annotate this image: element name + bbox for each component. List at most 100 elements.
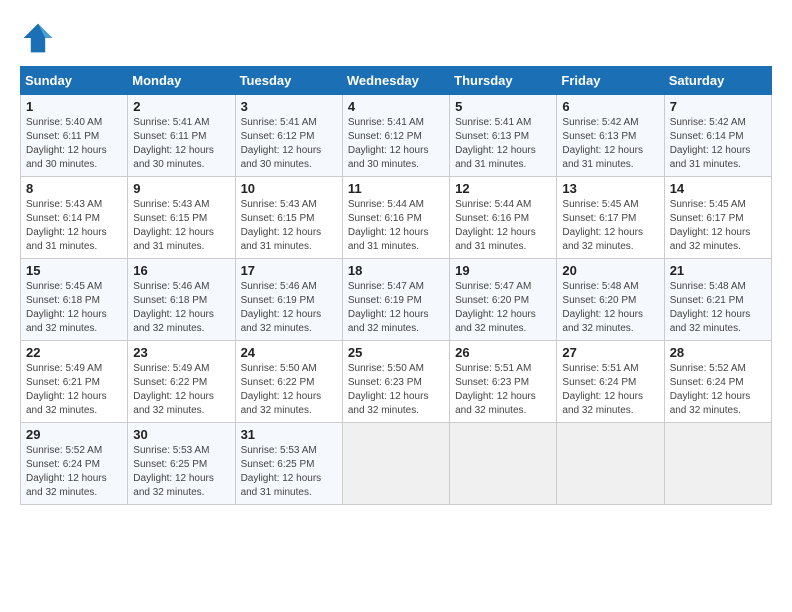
calendar-cell: 19Sunrise: 5:47 AM Sunset: 6:20 PM Dayli… bbox=[450, 259, 557, 341]
calendar-cell bbox=[450, 423, 557, 505]
calendar-cell: 2 Sunrise: 5:41 AM Sunset: 6:11 PM Daylig… bbox=[128, 95, 235, 177]
day-number: 16 bbox=[133, 263, 229, 278]
day-number: 30 bbox=[133, 427, 229, 442]
weekday-header-saturday: Saturday bbox=[664, 67, 771, 95]
calendar-week-4: 22Sunrise: 5:49 AM Sunset: 6:21 PM Dayli… bbox=[21, 341, 772, 423]
calendar-cell: 27Sunrise: 5:51 AM Sunset: 6:24 PM Dayli… bbox=[557, 341, 664, 423]
day-info: Sunrise: 5:43 AM Sunset: 6:15 PM Dayligh… bbox=[241, 198, 337, 254]
header bbox=[20, 20, 772, 56]
calendar-week-2: 8Sunrise: 5:43 AM Sunset: 6:14 PM Daylig… bbox=[21, 177, 772, 259]
day-number: 14 bbox=[670, 181, 766, 196]
calendar-cell: 7Sunrise: 5:42 AM Sunset: 6:14 PM Daylig… bbox=[664, 95, 771, 177]
calendar-cell: 13Sunrise: 5:45 AM Sunset: 6:17 PM Dayli… bbox=[557, 177, 664, 259]
day-info: Sunrise: 5:51 AM Sunset: 6:23 PM Dayligh… bbox=[455, 362, 551, 418]
logo-icon bbox=[20, 20, 56, 56]
calendar-cell: 10 Sunrise: 5:43 AM Sunset: 6:15 PM Dayli… bbox=[235, 177, 342, 259]
calendar-week-3: 15 Sunrise: 5:45 AM Sunset: 6:18 PM Dayli… bbox=[21, 259, 772, 341]
day-number: 8 bbox=[26, 181, 122, 196]
day-number: 23 bbox=[133, 345, 229, 360]
day-number: 3 bbox=[241, 99, 337, 114]
day-info: Sunrise: 5:46 AM Sunset: 6:18 PM Dayligh… bbox=[133, 280, 229, 336]
calendar-week-5: 29 Sunrise: 5:52 AM Sunset: 6:24 PM Dayli… bbox=[21, 423, 772, 505]
day-info: Sunrise: 5:50 AM Sunset: 6:23 PM Dayligh… bbox=[348, 362, 444, 418]
calendar-cell: 1Sunrise: 5:40 AM Sunset: 6:11 PM Daylig… bbox=[21, 95, 128, 177]
day-info: Sunrise: 5:45 AM Sunset: 6:17 PM Dayligh… bbox=[670, 198, 766, 254]
day-info: Sunrise: 5:48 AM Sunset: 6:20 PM Dayligh… bbox=[562, 280, 658, 336]
day-number: 18 bbox=[348, 263, 444, 278]
day-number: 28 bbox=[670, 345, 766, 360]
day-info: Sunrise: 5:51 AM Sunset: 6:24 PM Dayligh… bbox=[562, 362, 658, 418]
day-number: 22 bbox=[26, 345, 122, 360]
calendar-cell: 30 Sunrise: 5:53 AM Sunset: 6:25 PM Dayli… bbox=[128, 423, 235, 505]
day-info: Sunrise: 5:53 AM Sunset: 6:25 PM Dayligh… bbox=[133, 444, 229, 500]
day-number: 24 bbox=[241, 345, 337, 360]
weekday-header-sunday: Sunday bbox=[21, 67, 128, 95]
weekday-header-thursday: Thursday bbox=[450, 67, 557, 95]
day-number: 1 bbox=[26, 99, 122, 114]
day-number: 21 bbox=[670, 263, 766, 278]
calendar-cell: 17 Sunrise: 5:46 AM Sunset: 6:19 PM Dayli… bbox=[235, 259, 342, 341]
weekday-header-row: SundayMondayTuesdayWednesdayThursdayFrid… bbox=[21, 67, 772, 95]
calendar-cell bbox=[342, 423, 449, 505]
weekday-header-wednesday: Wednesday bbox=[342, 67, 449, 95]
day-info: Sunrise: 5:47 AM Sunset: 6:19 PM Dayligh… bbox=[348, 280, 444, 336]
day-number: 15 bbox=[26, 263, 122, 278]
calendar-cell: 12 Sunrise: 5:44 AM Sunset: 6:16 PM Dayli… bbox=[450, 177, 557, 259]
day-info: Sunrise: 5:41 AM Sunset: 6:12 PM Dayligh… bbox=[241, 116, 337, 172]
calendar-cell: 21 Sunrise: 5:48 AM Sunset: 6:21 PM Dayli… bbox=[664, 259, 771, 341]
calendar-cell: 15 Sunrise: 5:45 AM Sunset: 6:18 PM Dayli… bbox=[21, 259, 128, 341]
calendar-cell bbox=[557, 423, 664, 505]
day-number: 25 bbox=[348, 345, 444, 360]
calendar-cell: 4Sunrise: 5:41 AM Sunset: 6:12 PM Daylig… bbox=[342, 95, 449, 177]
day-info: Sunrise: 5:41 AM Sunset: 6:11 PM Dayligh… bbox=[133, 116, 229, 172]
weekday-header-tuesday: Tuesday bbox=[235, 67, 342, 95]
calendar-cell: 3 Sunrise: 5:41 AM Sunset: 6:12 PM Daylig… bbox=[235, 95, 342, 177]
calendar-cell: 23 Sunrise: 5:49 AM Sunset: 6:22 PM Dayli… bbox=[128, 341, 235, 423]
day-info: Sunrise: 5:44 AM Sunset: 6:16 PM Dayligh… bbox=[455, 198, 551, 254]
calendar-cell: 8Sunrise: 5:43 AM Sunset: 6:14 PM Daylig… bbox=[21, 177, 128, 259]
day-info: Sunrise: 5:46 AM Sunset: 6:19 PM Dayligh… bbox=[241, 280, 337, 336]
calendar-cell: 18 Sunrise: 5:47 AM Sunset: 6:19 PM Dayli… bbox=[342, 259, 449, 341]
calendar-cell: 22Sunrise: 5:49 AM Sunset: 6:21 PM Dayli… bbox=[21, 341, 128, 423]
day-info: Sunrise: 5:53 AM Sunset: 6:25 PM Dayligh… bbox=[241, 444, 337, 500]
calendar-cell bbox=[664, 423, 771, 505]
day-number: 29 bbox=[26, 427, 122, 442]
calendar-cell: 5 Sunrise: 5:41 AM Sunset: 6:13 PM Daylig… bbox=[450, 95, 557, 177]
calendar-cell: 20Sunrise: 5:48 AM Sunset: 6:20 PM Dayli… bbox=[557, 259, 664, 341]
calendar-week-1: 1Sunrise: 5:40 AM Sunset: 6:11 PM Daylig… bbox=[21, 95, 772, 177]
day-info: Sunrise: 5:52 AM Sunset: 6:24 PM Dayligh… bbox=[26, 444, 122, 500]
day-info: Sunrise: 5:43 AM Sunset: 6:15 PM Dayligh… bbox=[133, 198, 229, 254]
weekday-header-friday: Friday bbox=[557, 67, 664, 95]
calendar-cell: 24 Sunrise: 5:50 AM Sunset: 6:22 PM Dayli… bbox=[235, 341, 342, 423]
day-number: 11 bbox=[348, 181, 444, 196]
calendar-table: SundayMondayTuesdayWednesdayThursdayFrid… bbox=[20, 66, 772, 505]
day-number: 5 bbox=[455, 99, 551, 114]
day-number: 6 bbox=[562, 99, 658, 114]
calendar-cell: 14 Sunrise: 5:45 AM Sunset: 6:17 PM Dayli… bbox=[664, 177, 771, 259]
day-info: Sunrise: 5:45 AM Sunset: 6:17 PM Dayligh… bbox=[562, 198, 658, 254]
day-number: 31 bbox=[241, 427, 337, 442]
calendar-cell: 29 Sunrise: 5:52 AM Sunset: 6:24 PM Dayli… bbox=[21, 423, 128, 505]
day-number: 12 bbox=[455, 181, 551, 196]
day-number: 4 bbox=[348, 99, 444, 114]
calendar-cell: 31 Sunrise: 5:53 AM Sunset: 6:25 PM Dayli… bbox=[235, 423, 342, 505]
calendar-cell: 26Sunrise: 5:51 AM Sunset: 6:23 PM Dayli… bbox=[450, 341, 557, 423]
day-number: 7 bbox=[670, 99, 766, 114]
day-number: 17 bbox=[241, 263, 337, 278]
calendar-cell: 16 Sunrise: 5:46 AM Sunset: 6:18 PM Dayli… bbox=[128, 259, 235, 341]
day-number: 2 bbox=[133, 99, 229, 114]
calendar-cell: 6Sunrise: 5:42 AM Sunset: 6:13 PM Daylig… bbox=[557, 95, 664, 177]
calendar-cell: 28 Sunrise: 5:52 AM Sunset: 6:24 PM Dayli… bbox=[664, 341, 771, 423]
logo bbox=[20, 20, 62, 56]
day-info: Sunrise: 5:52 AM Sunset: 6:24 PM Dayligh… bbox=[670, 362, 766, 418]
weekday-header-monday: Monday bbox=[128, 67, 235, 95]
calendar-cell: 9Sunrise: 5:43 AM Sunset: 6:15 PM Daylig… bbox=[128, 177, 235, 259]
day-info: Sunrise: 5:48 AM Sunset: 6:21 PM Dayligh… bbox=[670, 280, 766, 336]
day-info: Sunrise: 5:50 AM Sunset: 6:22 PM Dayligh… bbox=[241, 362, 337, 418]
day-info: Sunrise: 5:45 AM Sunset: 6:18 PM Dayligh… bbox=[26, 280, 122, 336]
calendar-cell: 25 Sunrise: 5:50 AM Sunset: 6:23 PM Dayli… bbox=[342, 341, 449, 423]
day-number: 19 bbox=[455, 263, 551, 278]
day-number: 10 bbox=[241, 181, 337, 196]
day-info: Sunrise: 5:41 AM Sunset: 6:13 PM Dayligh… bbox=[455, 116, 551, 172]
day-info: Sunrise: 5:49 AM Sunset: 6:22 PM Dayligh… bbox=[133, 362, 229, 418]
